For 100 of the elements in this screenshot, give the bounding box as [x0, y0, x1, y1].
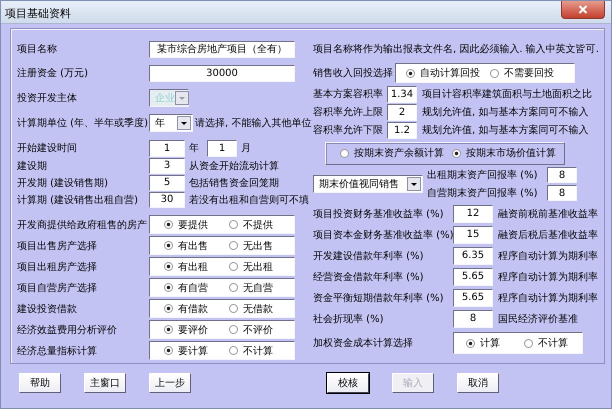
text-field[interactable]: 5: [149, 174, 185, 190]
field-label: 项目出售房产选择: [17, 240, 98, 252]
radio-label[interactable]: 无出租: [243, 260, 273, 274]
field-label: 项目投资财务基准收益率 (%): [313, 208, 444, 220]
unit-label: 月: [241, 142, 251, 155]
text-field[interactable]: 1: [149, 140, 185, 156]
radio-button[interactable]: [164, 346, 173, 355]
text-field[interactable]: 12: [453, 204, 493, 222]
dialog-button[interactable]: 校核: [327, 373, 369, 393]
caret-icon[interactable]: [177, 116, 191, 130]
radio-label[interactable]: 无自营: [243, 280, 273, 294]
radio-button[interactable]: [229, 262, 238, 271]
hint-text: 程序自动计算为期利率: [498, 250, 598, 262]
text-field[interactable]: 15: [453, 226, 493, 244]
radio-label[interactable]: 有自营: [178, 280, 208, 294]
radio-button[interactable]: [406, 68, 415, 78]
radio-label[interactable]: 要评价: [178, 322, 208, 336]
text-field[interactable]: 30: [149, 192, 185, 208]
radio-label[interactable]: 自动计算回投: [420, 66, 480, 80]
field-label: 开发期 (建设销售期): [17, 176, 109, 190]
radio-button[interactable]: [164, 220, 173, 229]
text-field[interactable]: 8: [547, 167, 577, 183]
radio-button[interactable]: [164, 241, 173, 250]
field-label: 开始建设时间: [17, 142, 78, 155]
text-field[interactable]: 3: [149, 158, 185, 174]
dialog-button[interactable]: 主窗口: [84, 373, 126, 393]
text-field[interactable]: 5.65: [453, 268, 493, 286]
radio-button[interactable]: [229, 283, 238, 292]
radio-label[interactable]: 有出租: [178, 260, 208, 274]
radio-label[interactable]: 按期末市场价值计算: [466, 146, 556, 160]
window-title: 项目基础资料: [4, 6, 71, 21]
field-label: 经济效益费用分析评价: [17, 324, 118, 336]
radio-label[interactable]: 按期末资产余额计算: [354, 146, 444, 160]
text-field[interactable]: 2: [387, 104, 417, 120]
caret-icon[interactable]: [407, 177, 421, 191]
text-field[interactable]: 1.2: [387, 122, 417, 138]
radio-label[interactable]: 不评价: [243, 322, 273, 336]
field-label: 注册资金 (万元): [17, 66, 89, 80]
hint-text: 规划允许值, 如与基本方案同可不输入: [422, 106, 588, 119]
hint-text: 程序自动计算为期利率: [498, 270, 598, 284]
radio-button[interactable]: [229, 346, 238, 355]
dialog-button[interactable]: 取消: [457, 373, 499, 393]
field-label: 资金平衡短期借款年利率 (%): [313, 292, 444, 304]
radio-label[interactable]: 不计算: [538, 336, 568, 350]
text-field[interactable]: 某市综合房地产项目（全有）: [149, 40, 295, 58]
field-label: 自营期末资产回报率 (%): [427, 186, 538, 200]
radio-button[interactable]: [229, 241, 238, 250]
field-label: 基本方案容积率: [313, 88, 384, 101]
text-field[interactable]: 1.34: [387, 86, 417, 102]
text-field[interactable]: 5.65: [453, 288, 493, 306]
dropdown[interactable]: 期末价值视同销售: [313, 175, 423, 193]
radio-label[interactable]: 要计算: [178, 344, 208, 358]
field-label: 项目名称: [17, 43, 58, 56]
text-field[interactable]: 8: [453, 310, 493, 328]
hint-text: 项目计容积率建筑面积与土地面积之比: [422, 88, 592, 101]
radio-button[interactable]: [452, 148, 461, 158]
close-button[interactable]: [561, 1, 605, 19]
radio-button[interactable]: [229, 220, 238, 229]
radio-button[interactable]: [164, 325, 173, 334]
radio-button[interactable]: [490, 68, 499, 78]
text-field[interactable]: 8: [547, 185, 577, 201]
close-icon: [578, 5, 588, 14]
radio-button[interactable]: [164, 283, 173, 292]
field-label: 开发商提供给政府租售的房产: [17, 218, 148, 232]
radio-label[interactable]: 计算: [480, 336, 500, 350]
dialog-button[interactable]: 帮助: [19, 373, 61, 393]
hint-text: 程序自动计算为期利率: [498, 292, 598, 304]
hint-text: 融资后税后基准收益率: [498, 228, 598, 242]
hint-text: 国民经济评价基准: [498, 312, 578, 326]
radio-button[interactable]: [229, 304, 238, 313]
dropdown[interactable]: 年: [149, 114, 193, 132]
radio-button[interactable]: [466, 338, 475, 348]
radio-label[interactable]: 无借款: [243, 302, 273, 316]
radio-label[interactable]: 有出售: [178, 238, 208, 252]
field-label: 经济总量指标计算: [17, 344, 98, 358]
dialog-button[interactable]: 上一步: [149, 373, 191, 393]
radio-button[interactable]: [340, 148, 349, 158]
text-field[interactable]: 6.35: [453, 246, 493, 264]
radio-label[interactable]: 无出售: [243, 238, 273, 252]
radio-button[interactable]: [524, 338, 533, 348]
field-label: 项目自营房产选择: [17, 282, 98, 294]
field-label: 计算期 (建设销售出租自营): [17, 194, 139, 206]
text-field[interactable]: 30000: [149, 64, 295, 82]
field-label: 项目出租房产选择: [17, 260, 98, 274]
hint-text: 融资前税前基准收益率: [498, 208, 598, 220]
hint-text: 从资金开始流动计算: [189, 160, 279, 172]
radio-label[interactable]: 不提供: [243, 218, 273, 232]
hint-text: 若没有出租和自营则可不填: [189, 194, 309, 206]
radio-button[interactable]: [164, 304, 173, 313]
radio-label[interactable]: 不需要回投: [504, 66, 554, 80]
text-field[interactable]: 1: [207, 140, 237, 156]
radio-button[interactable]: [164, 262, 173, 271]
radio-label[interactable]: 有借款: [178, 302, 208, 316]
field-label: 加权资金成本计算选择: [313, 336, 414, 350]
hint-text: 包括销售资金回笼期: [189, 176, 279, 190]
unit-label: 年: [189, 142, 199, 155]
radio-label[interactable]: 不计算: [243, 344, 273, 358]
radio-button[interactable]: [229, 325, 238, 334]
radio-label[interactable]: 要提供: [178, 218, 208, 232]
field-label: 建设投资借款: [17, 302, 78, 316]
